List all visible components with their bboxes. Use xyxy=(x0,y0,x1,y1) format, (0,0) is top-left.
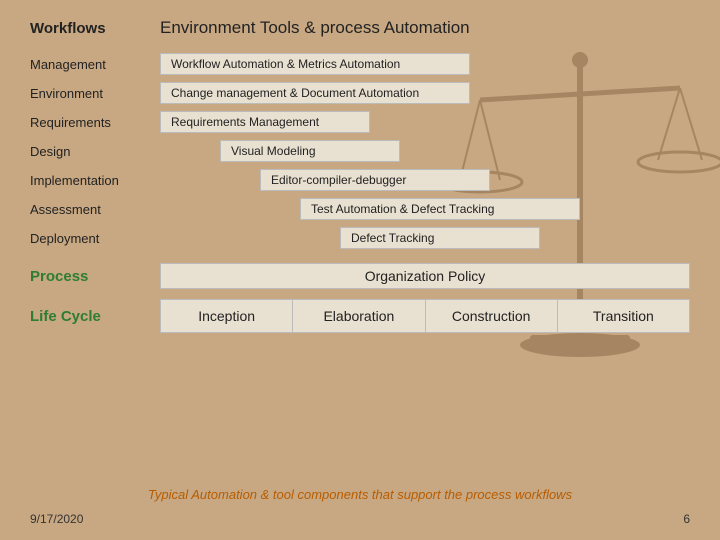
workflows-label: Workflows xyxy=(30,20,160,37)
assessment-row: Assessment Test Automation & Defect Trac… xyxy=(30,197,690,221)
process-row: Process Organization Policy xyxy=(30,263,690,289)
lifecycle-inception: Inception xyxy=(161,300,293,332)
lifecycle-label: Life Cycle xyxy=(30,308,160,325)
requirements-label: Requirements xyxy=(30,115,160,130)
process-label: Process xyxy=(30,268,160,285)
deployment-row: Deployment Defect Tracking xyxy=(30,226,690,250)
requirements-row: Requirements Requirements Management xyxy=(30,110,690,134)
lifecycle-elaboration: Elaboration xyxy=(293,300,425,332)
change-mgmt-bar: Change management & Document Automation xyxy=(160,82,470,104)
editor-bar: Editor-compiler-debugger xyxy=(260,169,490,191)
environment-label: Environment xyxy=(30,86,160,101)
lifecycle-construction: Construction xyxy=(426,300,558,332)
lifecycle-row: Life Cycle Inception Elaboration Constru… xyxy=(30,299,690,333)
assessment-label: Assessment xyxy=(30,202,160,217)
implementation-label: Implementation xyxy=(30,173,160,188)
design-row: Design Visual Modeling xyxy=(30,139,690,163)
lifecycle-cells: Inception Elaboration Construction Trans… xyxy=(160,299,690,333)
design-label: Design xyxy=(30,144,160,159)
header-row: Workflows Environment Tools & process Au… xyxy=(30,18,690,38)
org-policy-bar: Organization Policy xyxy=(160,263,690,289)
footer-page-number: 6 xyxy=(683,512,690,526)
visual-bar: Visual Modeling xyxy=(220,140,400,162)
footer-date: 9/17/2020 xyxy=(30,512,83,526)
lifecycle-transition: Transition xyxy=(558,300,689,332)
management-row: Management Workflow Automation & Metrics… xyxy=(30,52,690,76)
environment-row: Environment Change management & Document… xyxy=(30,81,690,105)
defect-bar: Defect Tracking xyxy=(340,227,540,249)
workflow-auto-bar: Workflow Automation & Metrics Automation xyxy=(160,53,470,75)
req-mgmt-bar: Requirements Management xyxy=(160,111,370,133)
content-area: Management Workflow Automation & Metrics… xyxy=(30,52,690,333)
deployment-label: Deployment xyxy=(30,231,160,246)
page-title: Environment Tools & process Automation xyxy=(160,18,470,38)
management-label: Management xyxy=(30,57,160,72)
footer-description: Typical Automation & tool components tha… xyxy=(148,487,572,502)
test-auto-bar: Test Automation & Defect Tracking xyxy=(300,198,580,220)
implementation-row: Implementation Editor-compiler-debugger xyxy=(30,168,690,192)
